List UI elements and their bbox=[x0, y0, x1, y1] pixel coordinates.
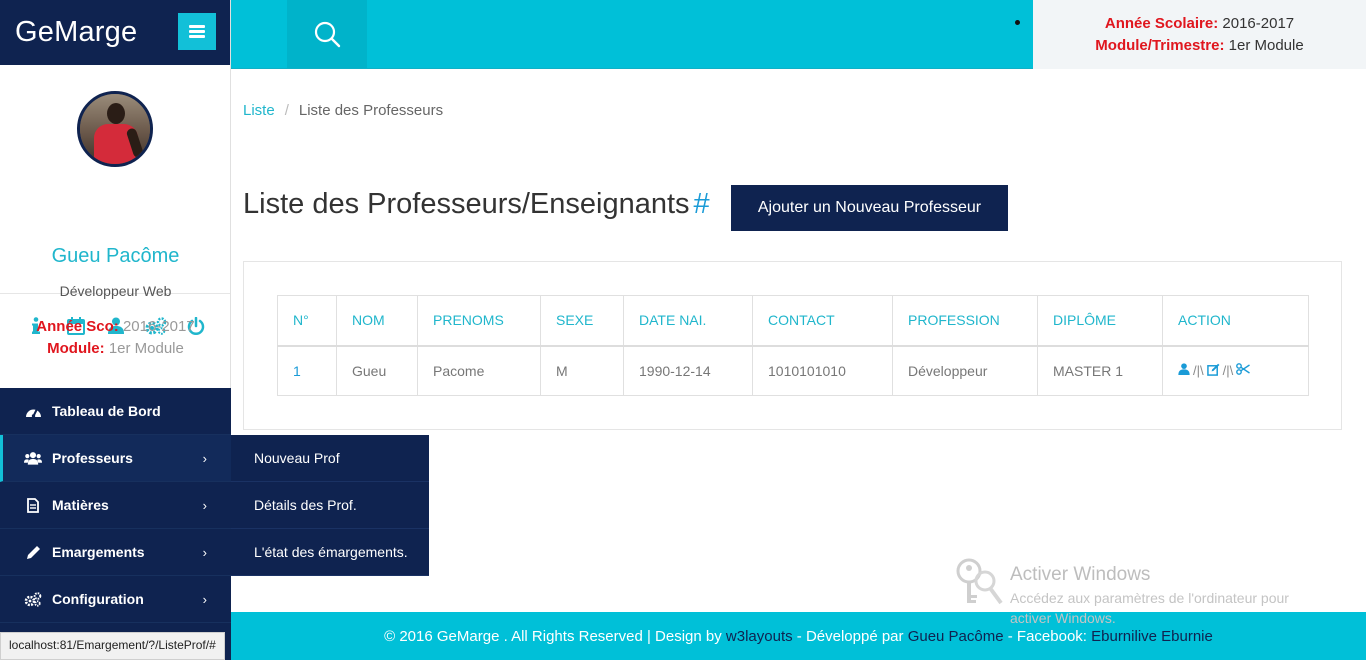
sidebar: GeMarge Gueu Pacôme Développeur Web Anné… bbox=[0, 0, 231, 660]
search-button[interactable] bbox=[287, 0, 367, 68]
column-header-contact: CONTACT bbox=[752, 295, 893, 347]
column-header-num: N° bbox=[277, 295, 337, 347]
status-bar-url: localhost:81/Emargement/?/ListeProf/# bbox=[0, 632, 225, 660]
cell-prenoms: Pacome bbox=[417, 345, 541, 396]
chevron-right-icon: › bbox=[202, 591, 207, 607]
footer-developer-link[interactable]: Gueu Pacôme bbox=[908, 628, 1004, 645]
session-info: Année Scolaire: 2016-2017 Module/Trimest… bbox=[1033, 0, 1366, 69]
year-label: Année Sco: bbox=[36, 318, 119, 335]
sidebar-item-label: Emargements bbox=[52, 544, 145, 560]
sidebar-session-info: Année Sco: 2016-2017 Module: 1er Module bbox=[0, 295, 231, 388]
module-trimestre-value: 1er Module bbox=[1228, 37, 1304, 54]
profile-name[interactable]: Gueu Pacôme bbox=[0, 245, 231, 268]
breadcrumb: Liste / Liste des Professeurs bbox=[243, 102, 443, 119]
breadcrumb-separator: / bbox=[284, 102, 289, 119]
cell-profession: Développeur bbox=[892, 345, 1038, 396]
professors-panel: N° NOM PRENOMS SEXE DATE NAI. CONTACT PR… bbox=[243, 261, 1342, 430]
page-title-text: Liste des Professeurs/Enseignants bbox=[243, 188, 690, 220]
sidebar-item-professeurs[interactable]: Professeurs › bbox=[0, 435, 231, 482]
table-header-row: N° NOM PRENOMS SEXE DATE NAI. CONTACT PR… bbox=[277, 295, 1309, 347]
add-professor-button[interactable]: Ajouter un Nouveau Professeur bbox=[731, 185, 1008, 231]
sidebar-item-label: Tableau de Bord bbox=[52, 403, 161, 419]
professeurs-submenu: Nouveau Prof Détails des Prof. L'état de… bbox=[231, 435, 429, 576]
column-header-date: DATE NAI. bbox=[623, 295, 753, 347]
cell-nom: Gueu bbox=[336, 345, 418, 396]
chevron-right-icon: › bbox=[202, 450, 207, 466]
watermark-title: Activer Windows bbox=[1010, 564, 1151, 585]
footer-facebook-link[interactable]: Eburnilive Eburnie bbox=[1091, 628, 1213, 645]
breadcrumb-current: Liste des Professeurs bbox=[298, 102, 444, 119]
sidebar-item-matieres[interactable]: Matières › bbox=[0, 482, 231, 529]
submenu-item-details-prof[interactable]: Détails des Prof. bbox=[231, 482, 429, 529]
hash-link[interactable]: # bbox=[694, 188, 710, 220]
sidebar-item-emargements[interactable]: Emargements › bbox=[0, 529, 231, 576]
column-header-diplome: DIPLÔME bbox=[1037, 295, 1163, 347]
action-separator: /|\ bbox=[1222, 363, 1234, 379]
cell-contact: 1010101010 bbox=[752, 345, 893, 396]
chevron-right-icon: › bbox=[202, 544, 207, 560]
sidebar-nav: Tableau de Bord Professeurs › Matières ›… bbox=[0, 388, 231, 660]
module-trimestre-label: Module/Trimestre: bbox=[1095, 37, 1225, 54]
edit-icon[interactable] bbox=[1206, 363, 1220, 379]
column-header-prenoms: PRENOMS bbox=[417, 295, 541, 347]
footer-facebook-label: - Facebook: bbox=[1003, 627, 1092, 645]
hamburger-icon bbox=[189, 25, 205, 38]
professors-table: N° NOM PRENOMS SEXE DATE NAI. CONTACT PR… bbox=[277, 295, 1309, 396]
cell-date: 1990-12-14 bbox=[623, 345, 753, 396]
school-year-label: Année Scolaire: bbox=[1104, 15, 1219, 32]
profile-card: Gueu Pacôme Développeur Web bbox=[0, 65, 231, 335]
footer-developed-by: - Développé par bbox=[792, 627, 908, 645]
search-icon bbox=[314, 21, 341, 48]
sidebar-item-label: Professeurs bbox=[52, 450, 133, 466]
cell-num: 1 bbox=[277, 345, 337, 396]
chevron-right-icon: › bbox=[202, 497, 207, 513]
sidebar-item-label: Matières bbox=[52, 497, 109, 513]
module-label: Module: bbox=[47, 340, 105, 357]
column-header-sexe: SEXE bbox=[540, 295, 624, 347]
cogs-icon bbox=[24, 591, 42, 607]
action-separator: /|\ bbox=[1193, 363, 1204, 379]
footer-copyright: © 2016 GeMarge . All Rights Reserved | D… bbox=[384, 627, 726, 645]
submenu-item-etat-emargements[interactable]: L'état des émargements. bbox=[231, 529, 429, 576]
module-value: 1er Module bbox=[108, 340, 184, 357]
cell-diplome: MASTER 1 bbox=[1037, 345, 1163, 396]
brand-header: GeMarge bbox=[0, 0, 230, 65]
file-icon bbox=[24, 497, 42, 513]
watermark-subtitle: Accédez aux paramètres de l'ordinateur p… bbox=[1010, 590, 1289, 626]
cell-sexe: M bbox=[540, 345, 624, 396]
page-title: Liste des Professeurs/Enseignants # bbox=[243, 188, 710, 221]
column-header-nom: NOM bbox=[336, 295, 418, 347]
dashboard-icon bbox=[24, 404, 42, 418]
footer-design-link[interactable]: w3layouts bbox=[726, 628, 793, 645]
users-icon bbox=[24, 451, 42, 465]
cell-action: /|\ /|\ bbox=[1162, 345, 1309, 396]
delete-scissors-icon[interactable] bbox=[1236, 363, 1251, 378]
sidebar-item-tableau-de-bord[interactable]: Tableau de Bord bbox=[0, 388, 231, 435]
menu-toggle-button[interactable] bbox=[178, 13, 216, 50]
windows-activation-watermark: Activer Windows Accédez aux paramètres d… bbox=[955, 555, 1345, 626]
pencil-icon bbox=[24, 545, 42, 560]
column-header-action: ACTION bbox=[1162, 295, 1309, 347]
avatar[interactable] bbox=[77, 91, 153, 167]
sidebar-item-label: Configuration bbox=[52, 591, 144, 607]
submenu-item-nouveau-prof[interactable]: Nouveau Prof bbox=[231, 435, 429, 482]
year-value: 2016-2017 bbox=[122, 318, 195, 335]
view-user-icon[interactable] bbox=[1178, 363, 1190, 378]
breadcrumb-link-liste[interactable]: Liste bbox=[243, 102, 275, 119]
row-actions: /|\ /|\ bbox=[1178, 363, 1293, 379]
bullet-dot bbox=[1015, 20, 1020, 25]
table-row: 1 Gueu Pacome M 1990-12-14 1010101010 Dé… bbox=[277, 345, 1309, 396]
key-icon bbox=[956, 558, 1003, 605]
topbar: Année Scolaire: 2016-2017 Module/Trimest… bbox=[231, 0, 1366, 69]
sidebar-item-configuration[interactable]: Configuration › bbox=[0, 576, 231, 623]
column-header-profession: PROFESSION bbox=[892, 295, 1038, 347]
school-year-value: 2016-2017 bbox=[1222, 15, 1295, 32]
brand-name[interactable]: GeMarge bbox=[15, 16, 137, 49]
